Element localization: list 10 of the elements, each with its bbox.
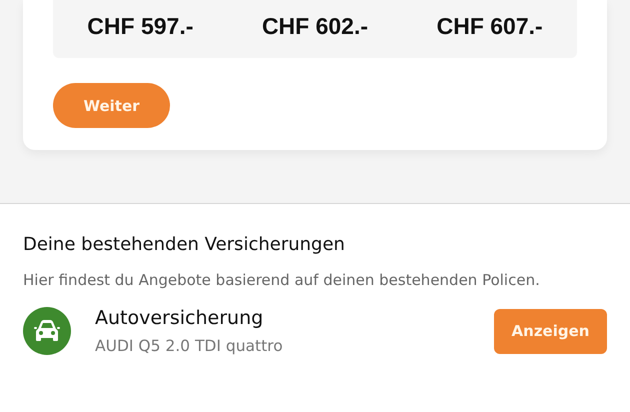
show-button[interactable]: Anzeigen [494,308,607,354]
price-label: CHF 607.- [436,12,543,40]
continue-button[interactable]: Weiter [53,83,170,128]
price-label: CHF 602.- [262,12,368,40]
section-description: Hier findest du Angebote basierend auf deinen bestehenden Policen. [23,270,541,291]
vehicle-name: AUDI Q5 2.0 TDI quattro [95,337,284,355]
price-label: CHF 597.- [87,12,194,40]
insurance-title: Autoversicherung [95,307,264,329]
section-title: Deine bestehenden Versicherungen [23,234,346,255]
car-icon [23,307,71,355]
